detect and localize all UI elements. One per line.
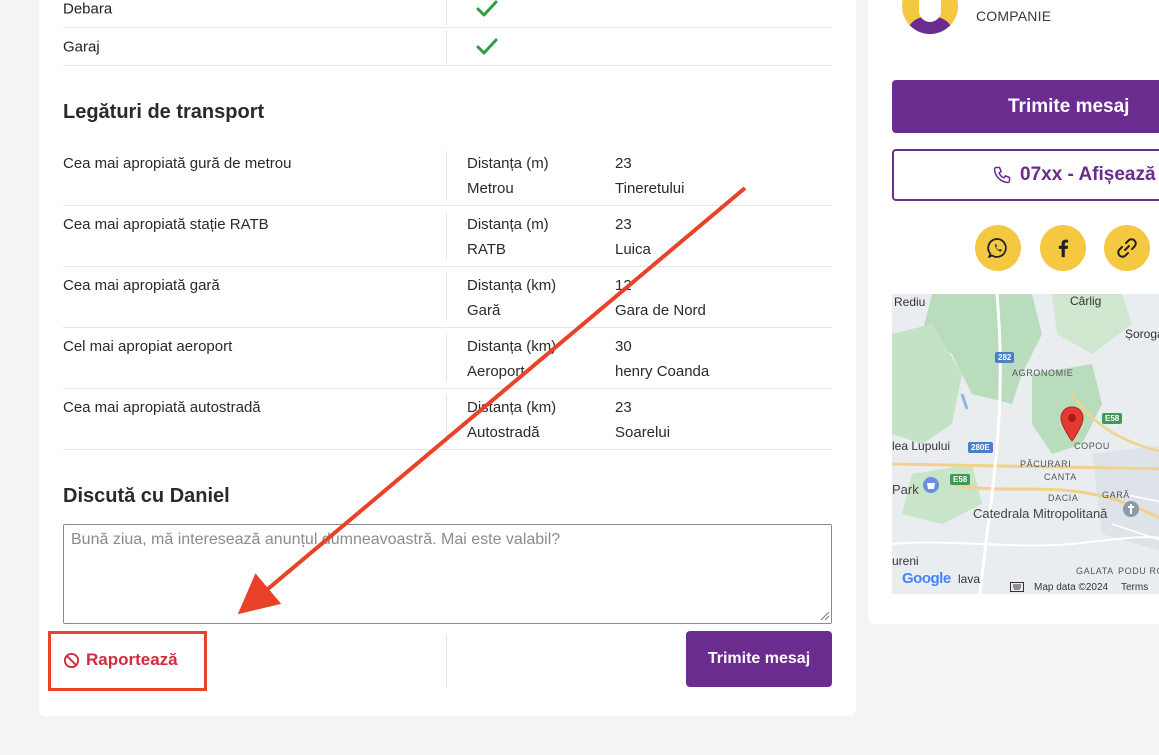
- transport-type-key: Autostradă: [467, 424, 540, 441]
- transport-type-key: Aeroport: [467, 363, 525, 380]
- whatsapp-icon: [987, 238, 1007, 258]
- keyboard-icon[interactable]: [1010, 582, 1024, 592]
- map-label-gara: GARĂ: [1102, 490, 1130, 500]
- transport-distance-key: Distanța (m): [467, 216, 549, 233]
- message-textarea[interactable]: [63, 524, 832, 624]
- transport-row: Cea mai apropiată gură de metrou Distanț…: [63, 145, 832, 206]
- copy-link-button[interactable]: [1104, 225, 1150, 271]
- check-icon: [476, 0, 498, 16]
- transport-type-key: Gară: [467, 302, 501, 319]
- transport-row: Cel mai apropiat aeroport Distanța (km) …: [63, 328, 832, 389]
- map-label-ureni: ureni: [892, 554, 919, 568]
- transport-type-value: Soarelui: [615, 424, 671, 441]
- transport-distance-key: Distanța (km): [467, 399, 557, 416]
- map-label-pacurari: PĂCURARI: [1020, 459, 1072, 469]
- report-label: Raportează: [86, 650, 178, 669]
- transport-distance-value: 12: [615, 277, 632, 294]
- whatsapp-share-button[interactable]: [975, 225, 1021, 271]
- transport-type-value: henry Coanda: [615, 363, 710, 380]
- shopping-icon: [923, 477, 939, 493]
- map-label-podu-ro: PODU RO: [1118, 566, 1159, 576]
- transport-name: Cea mai apropiată autostradă: [63, 399, 261, 416]
- transport-row: Cea mai apropiată autostradă Distanța (k…: [63, 389, 832, 450]
- transport-distance-value: 23: [615, 216, 632, 233]
- transport-name: Cel mai apropiat aeroport: [63, 338, 233, 355]
- transport-distance-key: Distanța (km): [467, 277, 557, 294]
- avatar-head: [919, 0, 941, 22]
- transport-type-value: Luica: [615, 241, 651, 258]
- road-badge: E58: [1102, 413, 1123, 424]
- column-divider: [446, 0, 447, 25]
- transport-row: Cea mai apropiată gară Distanța (km) 12 …: [63, 267, 832, 328]
- report-link[interactable]: Raportează: [63, 648, 178, 672]
- road-badge: E58: [950, 474, 971, 485]
- church-icon: [1123, 501, 1139, 517]
- column-divider: [446, 151, 447, 199]
- column-divider: [446, 273, 447, 321]
- facebook-icon: [1058, 239, 1069, 258]
- transport-distance-key: Distanța (km): [467, 338, 557, 355]
- column-divider: [446, 212, 447, 260]
- map-label-lava: lava: [958, 572, 981, 586]
- google-logo: Google: [902, 570, 951, 587]
- transport-name: Cea mai apropiată gară: [63, 277, 220, 294]
- send-message-button[interactable]: Trimite mesaj: [686, 631, 832, 687]
- road-badge: 280E: [968, 442, 993, 453]
- transport-type-value: Tineretului: [615, 180, 685, 197]
- map-terms-link[interactable]: Terms: [1121, 582, 1148, 593]
- transport-distance-value: 30: [615, 338, 632, 355]
- map-label-agronomie: AGRONOMIE: [1012, 368, 1074, 378]
- map-label-copou: COPOU: [1074, 441, 1111, 451]
- avatar: [902, 0, 958, 34]
- column-divider: [446, 634, 447, 688]
- amenity-label: Garaj: [63, 38, 100, 55]
- transport-type-key: RATB: [467, 241, 506, 258]
- column-divider: [446, 30, 447, 63]
- transport-distance-key: Distanța (m): [467, 155, 549, 172]
- link-icon: [1117, 238, 1137, 258]
- map-label-catedrala: Catedrala Mitropolitană: [973, 506, 1108, 521]
- transport-name: Cea mai apropiată stație RATB: [63, 216, 269, 233]
- transport-name: Cea mai apropiată gură de metrou: [63, 155, 292, 172]
- map-label-carlig: Cârlig: [1070, 294, 1102, 308]
- amenity-row: Debara: [63, 0, 832, 28]
- google-logo-text: Google: [902, 570, 951, 587]
- facebook-share-button[interactable]: [1040, 225, 1086, 271]
- transport-type-key: Metrou: [467, 180, 514, 197]
- transport-section-title: Legături de transport: [63, 101, 265, 123]
- phone-icon: [993, 166, 1011, 184]
- map-data-attribution: Map data ©2024: [1034, 582, 1109, 593]
- map-label-valea-lupului: lea Lupului: [892, 439, 951, 453]
- sidebar-send-message-button[interactable]: Trimite mesaj: [892, 80, 1159, 133]
- transport-distance-value: 23: [615, 399, 632, 416]
- amenity-row: Garaj: [63, 28, 832, 66]
- chat-section-title: Discută cu Daniel: [63, 485, 230, 507]
- column-divider: [446, 395, 447, 443]
- phone-label: 07xx - Afișează: [1020, 164, 1156, 185]
- amenity-label: Debara: [63, 0, 113, 17]
- map-pin-icon[interactable]: [1060, 406, 1084, 442]
- column-divider: [446, 334, 447, 382]
- transport-distance-value: 23: [615, 155, 632, 172]
- map-label-dacia: DACIA: [1048, 493, 1079, 503]
- prohibited-icon: [63, 652, 80, 668]
- map-label-park: Park: [892, 482, 919, 497]
- location-map[interactable]: Rediu Cârlig Șorogari AGRONOMIE lea Lupu…: [892, 294, 1159, 594]
- transport-row: Cea mai apropiată stație RATB Distanța (…: [63, 206, 832, 267]
- map-label-galata: GALATA: [1076, 566, 1114, 576]
- map-label-sorogari: Șorogari: [1125, 327, 1159, 341]
- road-badge: 282: [995, 352, 1015, 363]
- show-phone-button[interactable]: 07xx - Afișează: [892, 149, 1159, 201]
- transport-type-value: Gara de Nord: [615, 302, 706, 319]
- map-label-canta: CANTA: [1044, 472, 1077, 482]
- map-label-rediu: Rediu: [894, 295, 926, 309]
- company-tag: COMPANIE: [976, 8, 1052, 24]
- resize-handle-icon[interactable]: [818, 609, 830, 621]
- check-icon: [476, 38, 498, 54]
